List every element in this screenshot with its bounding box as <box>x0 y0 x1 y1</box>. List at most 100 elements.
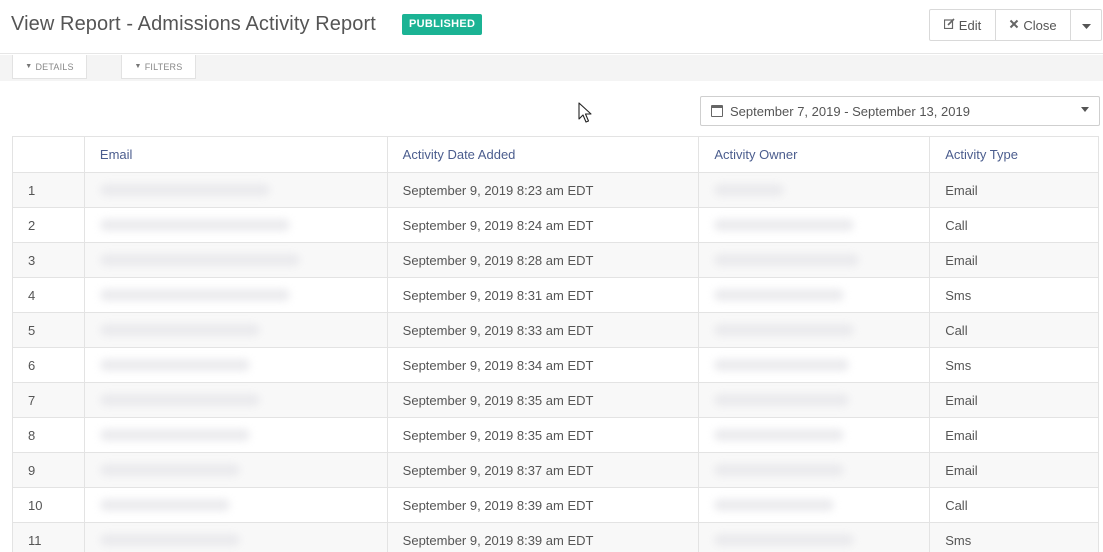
email-cell <box>83 347 388 383</box>
row-number: 6 <box>12 347 85 383</box>
row-number: 9 <box>12 452 85 488</box>
date-range-picker[interactable]: September 7, 2019 - September 13, 2019 <box>700 96 1100 126</box>
email-cell <box>83 172 388 208</box>
email-cell <box>83 242 388 278</box>
table-row[interactable]: 9 September 9, 2019 8:37 am EDT Email <box>12 452 1099 488</box>
row-number: 2 <box>12 207 85 243</box>
email-cell <box>83 312 388 348</box>
edit-label: Edit <box>958 17 982 33</box>
redacted-email <box>99 464 240 476</box>
activity-date-cell: September 9, 2019 8:23 am EDT <box>386 172 700 208</box>
activity-date-cell: September 9, 2019 8:34 am EDT <box>386 347 700 383</box>
redacted-email <box>99 219 290 231</box>
redacted-email <box>99 324 260 336</box>
activity-type-cell: Sms <box>929 277 1099 313</box>
email-cell <box>83 452 388 488</box>
column-header-index[interactable] <box>12 136 85 173</box>
redacted-owner <box>714 184 785 196</box>
activity-type-cell: Email <box>929 172 1099 208</box>
table-row[interactable]: 4 September 9, 2019 8:31 am EDT Sms <box>12 277 1099 313</box>
activity-type-cell: Email <box>929 417 1099 453</box>
redacted-owner <box>714 254 860 266</box>
activity-type-cell: Email <box>929 242 1099 278</box>
chevron-down-icon <box>1081 107 1089 112</box>
redacted-email <box>99 394 260 406</box>
redacted-email <box>99 499 230 511</box>
redacted-email <box>99 184 270 196</box>
activity-type-cell: Email <box>929 452 1099 488</box>
redacted-email <box>99 289 290 301</box>
row-number: 4 <box>12 277 85 313</box>
calendar-icon <box>711 105 723 117</box>
activity-date-cell: September 9, 2019 8:39 am EDT <box>386 522 700 552</box>
column-header-email[interactable]: Email <box>83 136 388 173</box>
row-number: 1 <box>12 172 85 208</box>
page-title: View Report - Admissions Activity Report <box>11 13 376 35</box>
activity-type-cell: Sms <box>929 347 1099 383</box>
table-row[interactable]: 5 September 9, 2019 8:33 am EDT Call <box>12 312 1099 348</box>
activity-type-cell: Call <box>929 312 1099 348</box>
table-row[interactable]: 1 September 9, 2019 8:23 am EDT Email <box>12 172 1099 208</box>
filters-toggle[interactable]: ▼ FILTERS <box>121 55 196 79</box>
activity-date-cell: September 9, 2019 8:31 am EDT <box>386 277 700 313</box>
activity-type-cell: Email <box>929 382 1099 418</box>
table-row[interactable]: 8 September 9, 2019 8:35 am EDT Email <box>12 417 1099 453</box>
activity-date-cell: September 9, 2019 8:33 am EDT <box>386 312 700 348</box>
table-row[interactable]: 3 September 9, 2019 8:28 am EDT Email <box>12 242 1099 278</box>
email-cell <box>83 417 388 453</box>
filters-label: FILTERS <box>144 61 183 72</box>
activity-type-cell: Call <box>929 207 1099 243</box>
column-header-activity-type[interactable]: Activity Type <box>929 136 1099 173</box>
chevron-down-icon <box>1081 18 1091 33</box>
column-header-activity-date[interactable]: Activity Date Added <box>386 136 700 173</box>
activity-owner-cell <box>698 172 931 208</box>
activity-owner-cell <box>698 207 931 243</box>
report-table: Email Activity Date Added Activity Owner… <box>12 136 1099 552</box>
redacted-owner <box>714 534 855 546</box>
redacted-email <box>99 359 250 371</box>
edit-icon <box>943 18 955 32</box>
redacted-owner <box>714 324 855 336</box>
activity-type-cell: Sms <box>929 522 1099 552</box>
table-row[interactable]: 10 September 9, 2019 8:39 am EDT Call <box>12 487 1099 523</box>
email-cell <box>83 382 388 418</box>
column-header-activity-owner[interactable]: Activity Owner <box>698 136 931 173</box>
table-row[interactable]: 6 September 9, 2019 8:34 am EDT Sms <box>12 347 1099 383</box>
redacted-email <box>99 429 250 441</box>
table-row[interactable]: 11 September 9, 2019 8:39 am EDT Sms <box>12 522 1099 552</box>
report-header: View Report - Admissions Activity Report… <box>0 0 1103 54</box>
report-toggle-bar: ▼ DETAILS ▼ FILTERS <box>0 55 1103 81</box>
activity-owner-cell <box>698 277 931 313</box>
redacted-owner <box>714 359 850 371</box>
close-button[interactable]: Close <box>996 10 1071 40</box>
activity-type-cell: Call <box>929 487 1099 523</box>
activity-date-cell: September 9, 2019 8:39 am EDT <box>386 487 700 523</box>
table-row[interactable]: 2 September 9, 2019 8:24 am EDT Call <box>12 207 1099 243</box>
close-icon <box>1009 19 1019 32</box>
email-cell <box>83 207 388 243</box>
redacted-email <box>99 534 240 546</box>
activity-owner-cell <box>698 347 931 383</box>
activity-owner-cell <box>698 452 931 488</box>
status-badge: PUBLISHED <box>402 14 483 35</box>
redacted-owner <box>714 499 835 511</box>
row-number: 7 <box>12 382 85 418</box>
edit-button[interactable]: Edit <box>930 10 996 40</box>
activity-owner-cell <box>698 312 931 348</box>
activity-owner-cell <box>698 242 931 278</box>
activity-owner-cell <box>698 417 931 453</box>
caret-down-icon: ▼ <box>134 63 142 70</box>
action-button-group: Edit Close <box>929 9 1102 41</box>
activity-date-cell: September 9, 2019 8:35 am EDT <box>386 417 700 453</box>
row-number: 5 <box>12 312 85 348</box>
mouse-pointer-icon <box>578 102 592 124</box>
more-actions-button[interactable] <box>1071 10 1101 40</box>
activity-owner-cell <box>698 522 931 552</box>
table-row[interactable]: 7 September 9, 2019 8:35 am EDT Email <box>12 382 1099 418</box>
email-cell <box>83 522 388 552</box>
email-cell <box>83 487 388 523</box>
row-number: 11 <box>12 522 85 552</box>
activity-date-cell: September 9, 2019 8:37 am EDT <box>386 452 700 488</box>
caret-down-icon: ▼ <box>25 63 33 70</box>
details-toggle[interactable]: ▼ DETAILS <box>12 55 87 79</box>
